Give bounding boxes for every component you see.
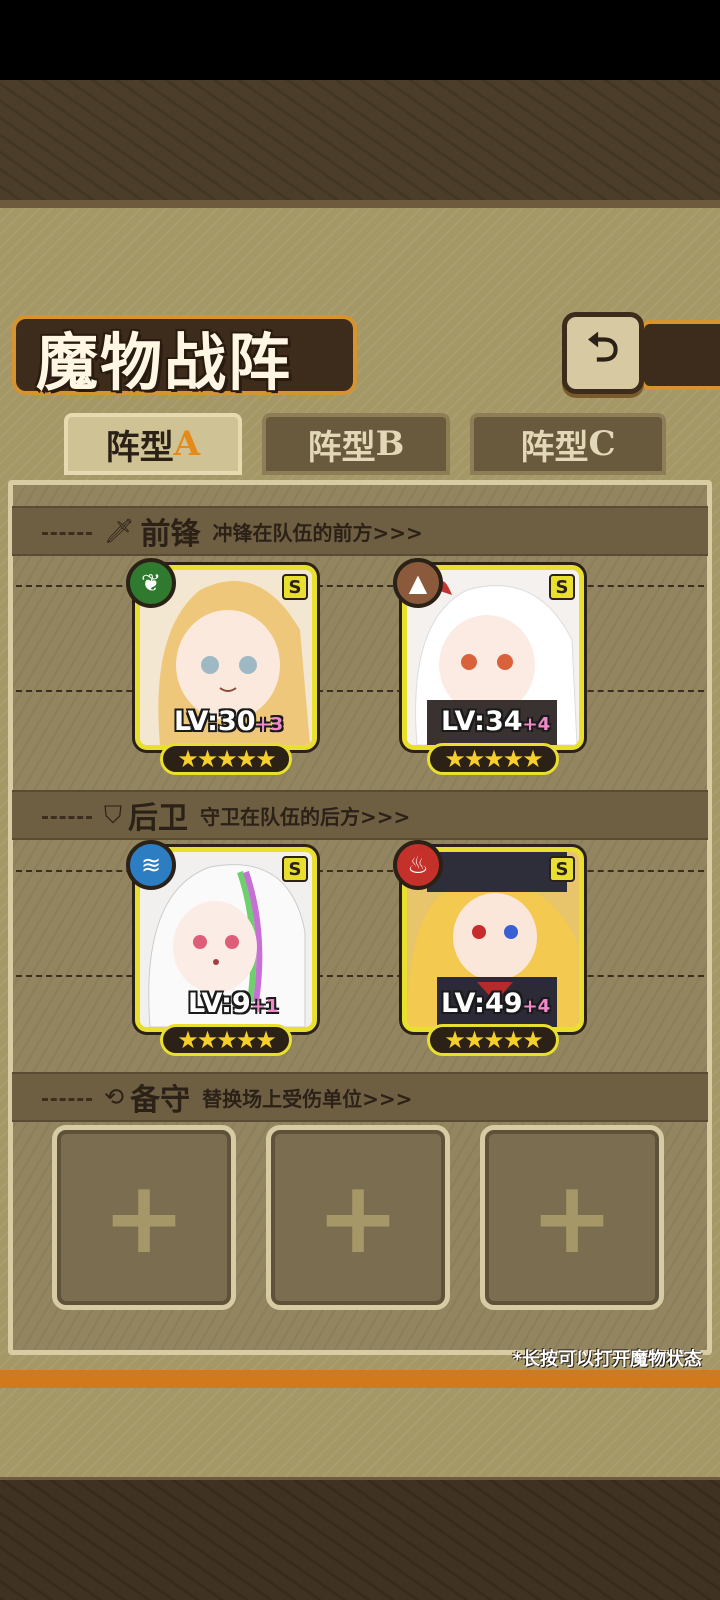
tab-letter: C bbox=[588, 424, 616, 464]
unit-level: LV:30+3 bbox=[174, 706, 284, 737]
rank-badge: S bbox=[282, 856, 308, 882]
long-press-hint: *长按可以打开魔物状态 bbox=[512, 1349, 702, 1370]
tab-label: 阵型 bbox=[307, 427, 376, 468]
tab-formation-a[interactable]: 阵型 A bbox=[64, 413, 242, 475]
reserve-slot-1[interactable]: + bbox=[52, 1125, 236, 1310]
divider bbox=[16, 690, 704, 692]
page-title: 魔物战阵 bbox=[36, 326, 293, 399]
section-title: 后卫 bbox=[128, 801, 188, 836]
add-icon: + bbox=[316, 1158, 400, 1276]
tab-label: 阵型 bbox=[520, 427, 589, 468]
divider bbox=[16, 975, 704, 977]
reserve-slot-2[interactable]: + bbox=[266, 1125, 450, 1310]
earth-element-icon: ▲ bbox=[393, 558, 443, 608]
tab-formation-c[interactable]: 阵型 C bbox=[470, 413, 666, 475]
sword-icon: 🗡 bbox=[104, 517, 135, 545]
back-button[interactable]: ⮌ bbox=[562, 312, 644, 394]
map-background-bottom bbox=[0, 1480, 720, 1600]
leaf-element-icon: ❦ bbox=[126, 558, 176, 608]
tab-label: 阵型 bbox=[105, 427, 174, 468]
water-element-icon: ≋ bbox=[126, 840, 176, 890]
unit-level: LV:9+1 bbox=[188, 988, 279, 1019]
section-title: 前锋 bbox=[140, 517, 201, 552]
reserve-slot-3[interactable]: + bbox=[480, 1125, 664, 1310]
rank-badge: S bbox=[549, 574, 575, 600]
panel-bottom-trim bbox=[0, 1370, 720, 1388]
section-desc: 守卫在队伍的后方>>> bbox=[200, 804, 411, 829]
section-header-reserve: ⟲ 备守 替换场上受伤单位>>> bbox=[12, 1072, 708, 1122]
return-arrow-icon: ⮌ bbox=[586, 325, 620, 371]
section-header-rear: ⛉ 后卫 守卫在队伍的后方>>> bbox=[12, 790, 708, 840]
tab-letter: B bbox=[375, 424, 405, 464]
divider bbox=[16, 870, 704, 872]
side-plate bbox=[640, 320, 720, 390]
section-desc: 替换场上受伤单位>>> bbox=[202, 1086, 413, 1111]
section-header-front: 🗡 前锋 冲锋在队伍的前方>>> bbox=[12, 506, 708, 556]
rank-badge: S bbox=[282, 574, 308, 600]
star-rating: ★★★★★ bbox=[427, 743, 559, 775]
swap-icon: ⟲ bbox=[104, 1083, 125, 1111]
star-rating: ★★★★★ bbox=[160, 1024, 292, 1056]
fire-element-icon: ♨ bbox=[393, 840, 443, 890]
star-rating: ★★★★★ bbox=[427, 1024, 559, 1056]
shield-icon: ⛉ bbox=[104, 801, 122, 829]
tab-formation-b[interactable]: 阵型 B bbox=[262, 413, 450, 475]
unit-level: LV:34+4 bbox=[441, 706, 551, 737]
add-icon: + bbox=[102, 1158, 186, 1276]
star-rating: ★★★★★ bbox=[160, 743, 292, 775]
divider bbox=[16, 585, 704, 587]
map-background-top bbox=[0, 80, 720, 205]
add-icon: + bbox=[530, 1158, 614, 1276]
section-title: 备守 bbox=[130, 1083, 191, 1118]
section-desc: 冲锋在队伍的前方>>> bbox=[212, 520, 423, 545]
unit-level: LV:49+4 bbox=[441, 988, 551, 1019]
status-bar bbox=[0, 0, 720, 80]
tab-letter: A bbox=[173, 424, 201, 464]
rank-badge: S bbox=[549, 856, 575, 882]
